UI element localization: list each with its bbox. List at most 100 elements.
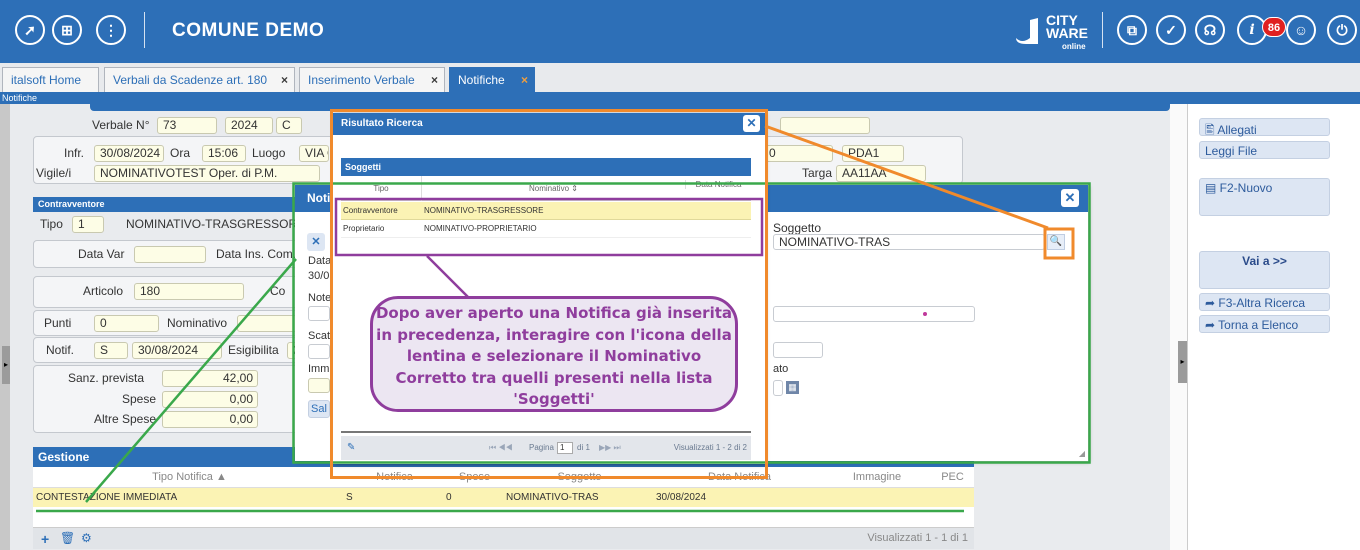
col-immagine[interactable]: Immagine <box>823 467 928 487</box>
data-infr-input[interactable]: 30/08/2024 <box>94 145 164 162</box>
col-tipo-notifica[interactable]: Tipo Notifica ▲ <box>33 467 343 487</box>
label-ato: ato <box>773 363 789 375</box>
form-top-band <box>90 104 1170 111</box>
verbale-extra-input[interactable] <box>780 117 870 134</box>
note-input[interactable] <box>308 306 330 321</box>
contravventore-header: Contravventore <box>33 197 303 212</box>
soggetto-input[interactable]: NOMINATIVO-TRAS <box>773 234 1045 250</box>
back-arrow-icon: ➦ <box>1205 318 1219 332</box>
col-soggetto[interactable]: Soggetto <box>503 467 653 487</box>
windows-icon[interactable]: ⧉ <box>1117 15 1147 45</box>
punti-input[interactable]: 0 <box>94 315 159 332</box>
label-note: Note <box>308 292 332 304</box>
luogo-input[interactable]: VIA C <box>299 145 329 162</box>
col-spese[interactable]: Spese <box>443 467 503 487</box>
left-splitter[interactable] <box>0 104 10 550</box>
col-data-notifica[interactable]: Data Notifica <box>685 180 751 189</box>
nominativo-input[interactable] <box>237 315 297 332</box>
top-bar: ➚ ⊞ ⋮ COMUNE DEMO CITY WARE online ⧉ ✓ ☊… <box>0 0 1360 63</box>
close-icon[interactable]: × <box>281 68 288 93</box>
right-panel: 🖺 Allegati Leggi File ▤ F2-Nuovo Vai a >… <box>1187 104 1360 550</box>
allegati-button[interactable]: 🖺 Allegati <box>1199 118 1330 137</box>
close-icon[interactable]: ✕ <box>743 115 760 132</box>
verbale-anno-input[interactable]: 2024 <box>225 117 273 134</box>
verbale-numero-input[interactable]: 73 <box>157 117 217 134</box>
label-co: Co <box>270 284 286 298</box>
label-punti: Punti <box>44 316 72 330</box>
note-input-right[interactable] <box>773 306 975 322</box>
tab-verbali-scadenze[interactable]: Verbali da Scadenze art. 180 × <box>104 67 295 92</box>
expand-left-icon[interactable]: ▸ <box>2 346 10 384</box>
spese-input[interactable]: 0,00 <box>162 391 258 408</box>
label-data: Data <box>308 255 332 267</box>
altre-spese-input[interactable]: 0,00 <box>162 411 258 428</box>
add-icon[interactable]: + <box>41 531 49 547</box>
user-icon[interactable]: ☺ <box>1286 15 1316 45</box>
table-row[interactable]: Contravventore NOMINATIVO-TRASGRESSORE <box>341 202 751 220</box>
trash-icon[interactable]: 🗑 <box>60 531 75 545</box>
horizontal-scrollbar[interactable] <box>341 431 751 433</box>
sanz-input[interactable]: 42,00 <box>162 370 258 387</box>
tab-notifiche[interactable]: Notifiche × <box>449 67 535 92</box>
torna-elenco-button[interactable]: ➦ Torna a Elenco <box>1199 315 1330 333</box>
tab-italsoft-home[interactable]: italsoft Home <box>2 67 99 92</box>
cancel-icon[interactable]: ✕ <box>307 233 325 251</box>
grid-footer: + 🗑 ⚙ Visualizzati 1 - 1 di 1 <box>33 527 974 549</box>
leggi-file-button[interactable]: Leggi File <box>1199 141 1330 159</box>
search-icon[interactable]: 🔍 <box>1047 234 1065 250</box>
table-row[interactable]: CONTESTAZIONE IMMEDIATA S 0 NOMINATIVO-T… <box>33 488 974 507</box>
codice-input[interactable]: 0 <box>763 145 833 162</box>
table-row[interactable]: Proprietario NOMINATIVO-PROPRIETARIO <box>341 220 751 238</box>
col-data-notifica[interactable]: Data Notifica <box>653 467 823 487</box>
cell-spese: 0 <box>446 492 452 503</box>
date-input-right[interactable] <box>773 380 783 396</box>
expand-right-icon[interactable]: ▸ <box>1178 341 1187 383</box>
targa-input[interactable]: AA11AA <box>836 165 926 182</box>
label-notif: Notif. <box>46 343 75 357</box>
rocket-icon[interactable]: ➚ <box>15 15 45 45</box>
col-notifica[interactable]: Notifica <box>343 467 443 487</box>
pager-nav-last-icon[interactable]: ▶▶ ⏭ <box>599 436 621 460</box>
col-pec[interactable]: PEC <box>928 467 974 487</box>
calendar-icon[interactable]: ▦ <box>786 381 799 394</box>
data-notif-input[interactable]: 30/08/2024 <box>132 342 222 359</box>
scat-input-right[interactable] <box>773 342 823 358</box>
imm-input[interactable] <box>308 378 330 393</box>
label-ora: Ora <box>170 146 191 160</box>
label-data-var: Data Var <box>78 247 125 261</box>
close-icon[interactable]: × <box>431 68 438 93</box>
col-nominativo[interactable]: Nominativo ⇕ <box>421 176 685 201</box>
close-icon[interactable]: × <box>521 68 528 93</box>
nuovo-button[interactable]: ▤ F2-Nuovo <box>1199 178 1330 216</box>
data-var-input[interactable] <box>134 246 206 263</box>
pager-page-input[interactable]: 1 <box>557 442 573 454</box>
notif-input[interactable]: S <box>94 342 128 359</box>
verbale-serie-input[interactable]: C <box>276 117 302 134</box>
scat-input[interactable] <box>308 344 330 359</box>
pager-nav-first-icon[interactable]: ⏮ ◀◀ <box>489 436 513 460</box>
pda-input[interactable]: PDA1 <box>842 145 904 162</box>
headset-icon[interactable]: ☊ <box>1195 15 1225 45</box>
ora-input[interactable]: 15:06 <box>202 145 246 162</box>
grid-apps-icon[interactable]: ⊞ <box>52 15 82 45</box>
power-icon[interactable]: ⏻ <box>1327 15 1357 45</box>
grid-footer-count: Visualizzati 1 - 1 di 1 <box>867 532 968 544</box>
vigile-input[interactable]: NOMINATIVOTEST Oper. di P.M. <box>94 165 320 182</box>
col-tipo[interactable]: Tipo <box>341 176 421 201</box>
right-splitter[interactable] <box>1170 104 1187 550</box>
altra-ricerca-button[interactable]: ➦ F3-Altra Ricerca <box>1199 293 1330 311</box>
vai-a-button[interactable]: Vai a >> <box>1199 251 1330 289</box>
more-dots-icon[interactable]: ⋮ <box>96 15 126 45</box>
pencil-icon[interactable]: ✎ <box>347 436 355 460</box>
tab-inserimento-verbale[interactable]: Inserimento Verbale × <box>299 67 445 92</box>
layers-icon[interactable]: ✓ <box>1156 15 1186 45</box>
gear-icon[interactable]: ⚙ <box>81 531 92 545</box>
close-icon[interactable]: ✕ <box>1061 189 1079 207</box>
grid-body-empty <box>33 507 974 527</box>
pager-of: di 1 <box>577 443 590 452</box>
tipo-input[interactable]: 1 <box>72 216 104 233</box>
notification-badge[interactable]: 86 <box>1262 17 1286 37</box>
articolo-input[interactable]: 180 <box>134 283 244 300</box>
resize-handle-icon[interactable]: ◢ <box>1079 449 1085 458</box>
salva-button[interactable]: Sal <box>308 400 330 418</box>
